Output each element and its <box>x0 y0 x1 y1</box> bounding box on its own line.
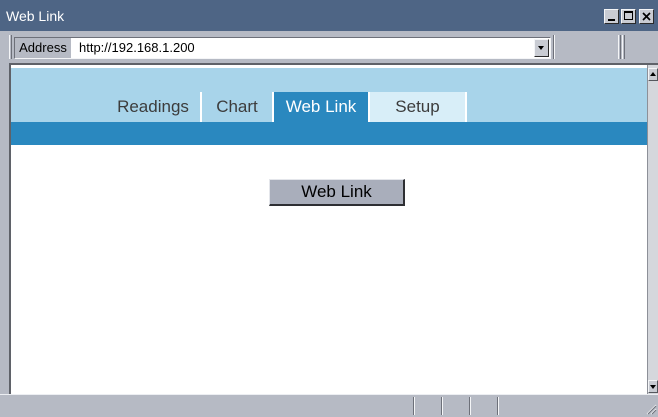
address-toolbar: Address http://192.168.1.200 <box>0 31 658 63</box>
toolbar-separator <box>553 35 555 59</box>
address-bar: Address http://192.168.1.200 <box>14 37 551 59</box>
window-title: Web Link <box>6 8 65 24</box>
resize-grip-icon[interactable] <box>646 404 657 415</box>
status-panel-separator <box>413 397 415 415</box>
maximize-button[interactable] <box>621 9 636 24</box>
chevron-down-icon <box>538 46 544 50</box>
status-panel-separator <box>497 397 499 415</box>
web-link-button[interactable]: Web Link <box>269 179 405 206</box>
scroll-down-button[interactable] <box>648 380 658 393</box>
scroll-down-icon <box>650 385 656 389</box>
toolbar-grip[interactable] <box>618 35 621 59</box>
tab-chart[interactable]: Chart <box>202 92 274 122</box>
maximize-icon <box>624 11 633 20</box>
vertical-scrollbar[interactable] <box>647 65 658 394</box>
minimize-button[interactable] <box>604 9 619 24</box>
address-url: http://192.168.1.200 <box>79 40 195 55</box>
address-dropdown-button[interactable] <box>534 39 549 57</box>
status-panel-separator <box>441 397 443 415</box>
tab-setup[interactable]: Setup <box>370 92 467 122</box>
header-underline-band <box>11 122 647 145</box>
tab-readings[interactable]: Readings <box>106 92 202 122</box>
toolbar-grip[interactable] <box>622 35 625 59</box>
tab-bar: Readings Chart Web Link Setup <box>106 92 467 122</box>
toolbar-grip[interactable] <box>9 35 12 59</box>
address-label: Address <box>19 40 67 55</box>
scroll-up-icon <box>650 72 656 76</box>
minimize-icon <box>608 19 615 21</box>
tab-web-link[interactable]: Web Link <box>274 92 370 122</box>
address-input[interactable]: http://192.168.1.200 <box>71 38 550 58</box>
scroll-up-button[interactable] <box>648 68 658 81</box>
page-viewport: Readings Chart Web Link Setup Web Link <box>9 63 658 394</box>
close-icon <box>642 12 651 21</box>
close-button[interactable] <box>639 9 654 24</box>
title-bar[interactable]: Web Link <box>0 0 658 31</box>
status-bar <box>0 394 658 417</box>
status-panel-separator <box>469 397 471 415</box>
